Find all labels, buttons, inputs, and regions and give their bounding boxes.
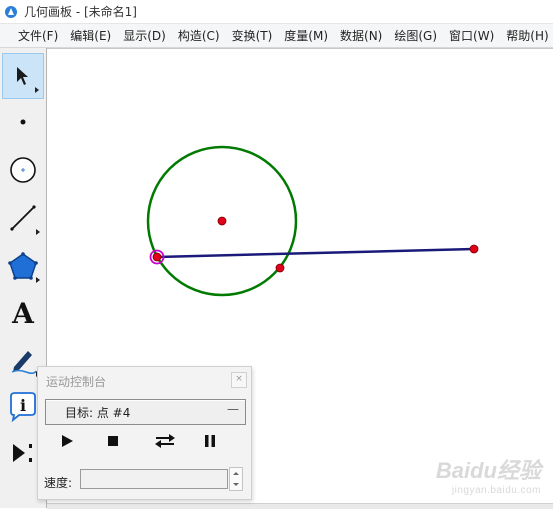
pause-icon — [205, 435, 215, 447]
svg-text:i: i — [20, 396, 26, 415]
info-icon: i — [10, 392, 36, 422]
menu-construct[interactable]: 构造(C) — [172, 27, 226, 44]
reverse-direction-icon — [155, 434, 175, 448]
straightedge-tool[interactable] — [2, 196, 44, 240]
app-logo-icon — [5, 5, 17, 18]
stop-button[interactable] — [101, 431, 125, 451]
play-icon — [62, 435, 73, 447]
speed-label: 速度: — [44, 476, 73, 490]
menu-file[interactable]: 文件(F) — [12, 27, 64, 44]
point-on-circle[interactable] — [275, 263, 285, 273]
point-icon — [20, 119, 26, 125]
text-tool[interactable]: A — [2, 291, 44, 335]
line-segment-icon — [10, 205, 36, 231]
horizontal-scrollbar[interactable] — [47, 503, 553, 509]
window-title: 几何画板 - [未命名1] — [24, 5, 137, 19]
dropdown-icon: — — [227, 402, 239, 416]
motion-controller-panel: 运动控制台 × 目标: 点 #4 — 速度: — [37, 366, 252, 500]
arrow-icon — [17, 67, 28, 85]
watermark: Baidu经验 jingyan.baidu.com — [436, 453, 541, 496]
speed-spinner[interactable] — [229, 467, 243, 491]
tool-expand-arrow-icon — [36, 277, 40, 283]
stop-icon — [108, 436, 118, 446]
spin-up-icon[interactable] — [233, 472, 239, 475]
title-bar: 几何画板 - [未命名1] — [0, 0, 553, 24]
intersection-point[interactable] — [152, 252, 162, 262]
segment-endpoint[interactable] — [469, 244, 479, 254]
close-icon: × — [235, 374, 243, 384]
compass-circle-icon — [10, 157, 36, 183]
spin-down-icon[interactable] — [233, 483, 239, 486]
menu-data[interactable]: 数据(N) — [334, 27, 388, 44]
play-button[interactable] — [55, 431, 79, 451]
pentagon-icon — [8, 252, 38, 280]
target-label: 目标: 点 #4 — [65, 406, 131, 420]
menu-display[interactable]: 显示(D) — [117, 27, 172, 44]
point-tool[interactable] — [2, 100, 44, 144]
pause-button[interactable] — [198, 431, 222, 451]
reverse-button[interactable] — [153, 431, 177, 451]
panel-title: 运动控制台 — [46, 375, 107, 389]
circle-center-point[interactable] — [217, 216, 227, 226]
menu-transform[interactable]: 变换(T) — [226, 27, 279, 44]
watermark-url: jingyan.baidu.com — [451, 485, 541, 496]
menu-bar: 文件(F) 编辑(E) 显示(D) 构造(C) 变换(T) 度量(M) 数据(N… — [0, 24, 553, 48]
watermark-logo: Baidu经验 — [435, 458, 541, 483]
menu-graph[interactable]: 绘图(G) — [388, 27, 443, 44]
polygon-tool[interactable] — [2, 244, 44, 288]
text-A-icon: A — [12, 296, 34, 330]
line-segment[interactable] — [156, 247, 475, 259]
menu-measure[interactable]: 度量(M) — [278, 27, 334, 44]
custom-tools-icon — [13, 444, 32, 462]
menu-help[interactable]: 帮助(H) — [500, 27, 553, 44]
tool-expand-arrow-icon — [35, 87, 39, 93]
menu-window[interactable]: 窗口(W) — [443, 27, 500, 44]
menu-edit[interactable]: 编辑(E) — [64, 27, 117, 44]
close-button[interactable]: × — [231, 372, 247, 388]
compass-tool[interactable] — [2, 148, 44, 192]
speed-input[interactable] — [80, 469, 228, 489]
arrow-selection-tool[interactable] — [2, 53, 44, 99]
marker-pen-icon — [11, 351, 37, 375]
tool-expand-arrow-icon — [36, 229, 40, 235]
target-selector[interactable]: 目标: 点 #4 — — [45, 399, 246, 425]
